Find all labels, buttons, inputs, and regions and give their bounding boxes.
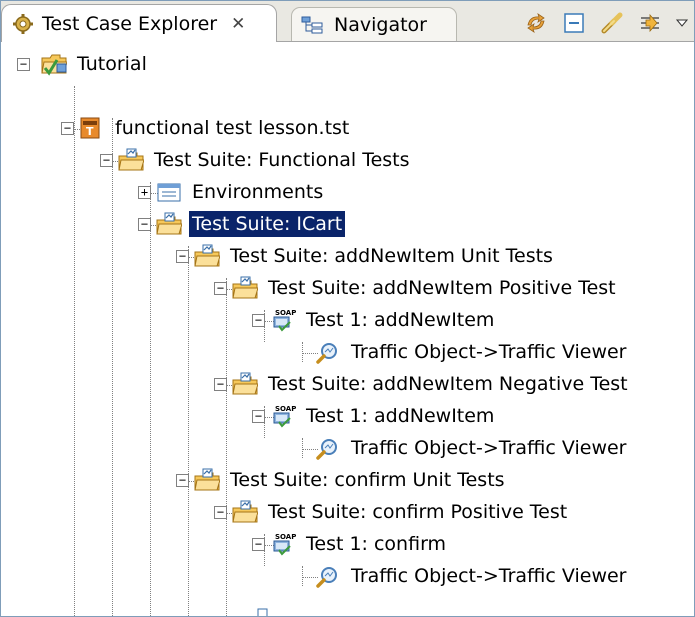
tree-item-test[interactable]: − Test 1: confirm — [252, 528, 449, 560]
tab-navigator[interactable]: Navigator — [291, 7, 457, 41]
collapse-all-icon — [564, 13, 584, 33]
tab-test-case-explorer[interactable]: Test Case Explorer ✕ — [1, 4, 277, 42]
tree-item-label: Tutorial — [77, 53, 147, 75]
tree-item-traffic-viewer[interactable]: Traffic Object->Traffic Viewer — [315, 432, 630, 464]
collapse-toggle-icon[interactable]: − — [100, 153, 113, 167]
test-suite-icon — [257, 608, 268, 616]
tree-item-test-suite[interactable]: − Test Suite: confirm Positive Test — [214, 496, 570, 528]
test-suite-icon — [194, 244, 220, 267]
tree-item-label: Test Suite: confirm Unit Tests — [230, 469, 505, 491]
tree-item-label-selected: Test Suite: ICart — [189, 211, 346, 237]
soap-test-icon — [273, 532, 296, 555]
close-icon[interactable]: ✕ — [231, 14, 245, 34]
test-suite-icon — [118, 148, 144, 171]
collapse-toggle-icon[interactable]: − — [176, 473, 189, 487]
tree-item-label: Test Suite: addNewItem Negative Test — [268, 373, 628, 395]
test-suite-icon — [194, 468, 220, 491]
gear-icon — [13, 13, 33, 34]
expand-toggle-icon[interactable]: + — [138, 185, 151, 199]
tree-item-test-suite[interactable]: − Test Suite: addNewItem Positive Test — [214, 272, 619, 304]
filter-icon — [641, 13, 659, 33]
collapse-toggle-icon[interactable]: − — [214, 505, 227, 519]
tree-item-tutorial[interactable]: − Tutorial — [17, 48, 150, 80]
tree-item-label: Test Suite: confirm Positive Test — [268, 501, 568, 523]
link-icon — [601, 12, 623, 34]
environments-icon — [157, 183, 181, 202]
sync-icon — [527, 13, 545, 33]
view-menu-icon — [676, 19, 688, 27]
tree-item-label: Traffic Object->Traffic Viewer — [351, 437, 627, 459]
collapse-toggle-icon[interactable]: − — [252, 409, 265, 423]
soap-test-icon — [273, 308, 296, 331]
tree-item-test-suite[interactable]: − Test Suite: confirm Unit Tests — [176, 464, 508, 496]
collapse-toggle-icon[interactable]: − — [61, 121, 74, 135]
soap-test-icon — [273, 404, 296, 427]
collapse-toggle-icon[interactable]: − — [252, 313, 265, 327]
test-case-explorer-view: Test Case Explorer ✕ Navigator − Tutoria… — [0, 0, 695, 617]
tree-item-test[interactable]: − Test 1: addNewItem — [252, 400, 497, 432]
collapse-toggle-icon[interactable]: − — [214, 377, 227, 391]
collapse-toggle-icon[interactable]: − — [17, 57, 30, 71]
tree-item-test-suite[interactable]: − Test Suite: Functional Tests — [100, 144, 413, 176]
traffic-viewer-icon — [316, 438, 338, 460]
view-tab-bar: Test Case Explorer ✕ Navigator — [1, 1, 694, 42]
tree-item-traffic-viewer[interactable]: Traffic Object->Traffic Viewer — [315, 336, 630, 368]
collapse-toggle-icon[interactable]: − — [252, 537, 265, 551]
tree-item-label: Traffic Object->Traffic Viewer — [351, 565, 627, 587]
traffic-viewer-icon — [316, 566, 338, 588]
tree-item-label: Test 1: addNewItem — [306, 405, 495, 427]
tree-item-label: Traffic Object->Traffic Viewer — [351, 341, 627, 363]
test-suite-icon — [232, 500, 258, 523]
view-toolbar — [524, 9, 694, 37]
test-file-icon: T — [80, 117, 100, 139]
test-case-tree: SOAP — [1, 42, 694, 616]
sync-button[interactable] — [524, 11, 548, 35]
tree-item-label: Test Suite: Functional Tests — [154, 149, 410, 171]
tab-test-case-explorer-label: Test Case Explorer — [42, 12, 218, 35]
tree-item-test-file[interactable]: − T functional test lesson.tst — [61, 112, 352, 144]
test-suite-icon — [156, 212, 182, 235]
tree-item-test-suite[interactable]: − Test Suite: addNewItem Negative Test — [214, 368, 631, 400]
filter-button[interactable] — [638, 11, 662, 35]
test-suite-icon — [232, 372, 258, 395]
test-suite-icon — [232, 276, 258, 299]
traffic-viewer-icon — [316, 342, 338, 364]
tree-item-label: functional test lesson.tst — [115, 117, 350, 139]
tree-item-environments[interactable]: + Environments — [138, 176, 326, 208]
collapse-all-button[interactable] — [562, 11, 586, 35]
svg-text:T: T — [86, 125, 94, 138]
collapse-toggle-icon[interactable]: − — [138, 217, 151, 231]
project-folder-icon — [41, 54, 67, 76]
tree-item-label: Environments — [192, 181, 324, 203]
link-with-editor-button[interactable] — [600, 11, 624, 35]
tree-item-label: Test Suite: addNewItem Unit Tests — [230, 245, 553, 267]
tree-item-traffic-viewer[interactable]: Traffic Object->Traffic Viewer — [315, 560, 630, 592]
view-menu-button[interactable] — [676, 11, 688, 35]
tab-navigator-label: Navigator — [334, 13, 427, 36]
tree-item-test-suite[interactable]: − Test Suite: addNewItem Unit Tests — [176, 240, 556, 272]
collapse-toggle-icon[interactable]: − — [176, 249, 189, 263]
tree-item-test-suite[interactable]: − Test Suite: ICart — [138, 208, 346, 240]
tree-item-label: Test Suite: addNewItem Positive Test — [268, 277, 616, 299]
tree-item-label: Test 1: confirm — [306, 533, 447, 555]
navigator-icon — [301, 16, 323, 34]
tree-item-label: Test 1: addNewItem — [306, 309, 495, 331]
tree-item-test[interactable]: − Test 1: addNewItem — [252, 304, 497, 336]
collapse-toggle-icon[interactable]: − — [214, 281, 227, 295]
